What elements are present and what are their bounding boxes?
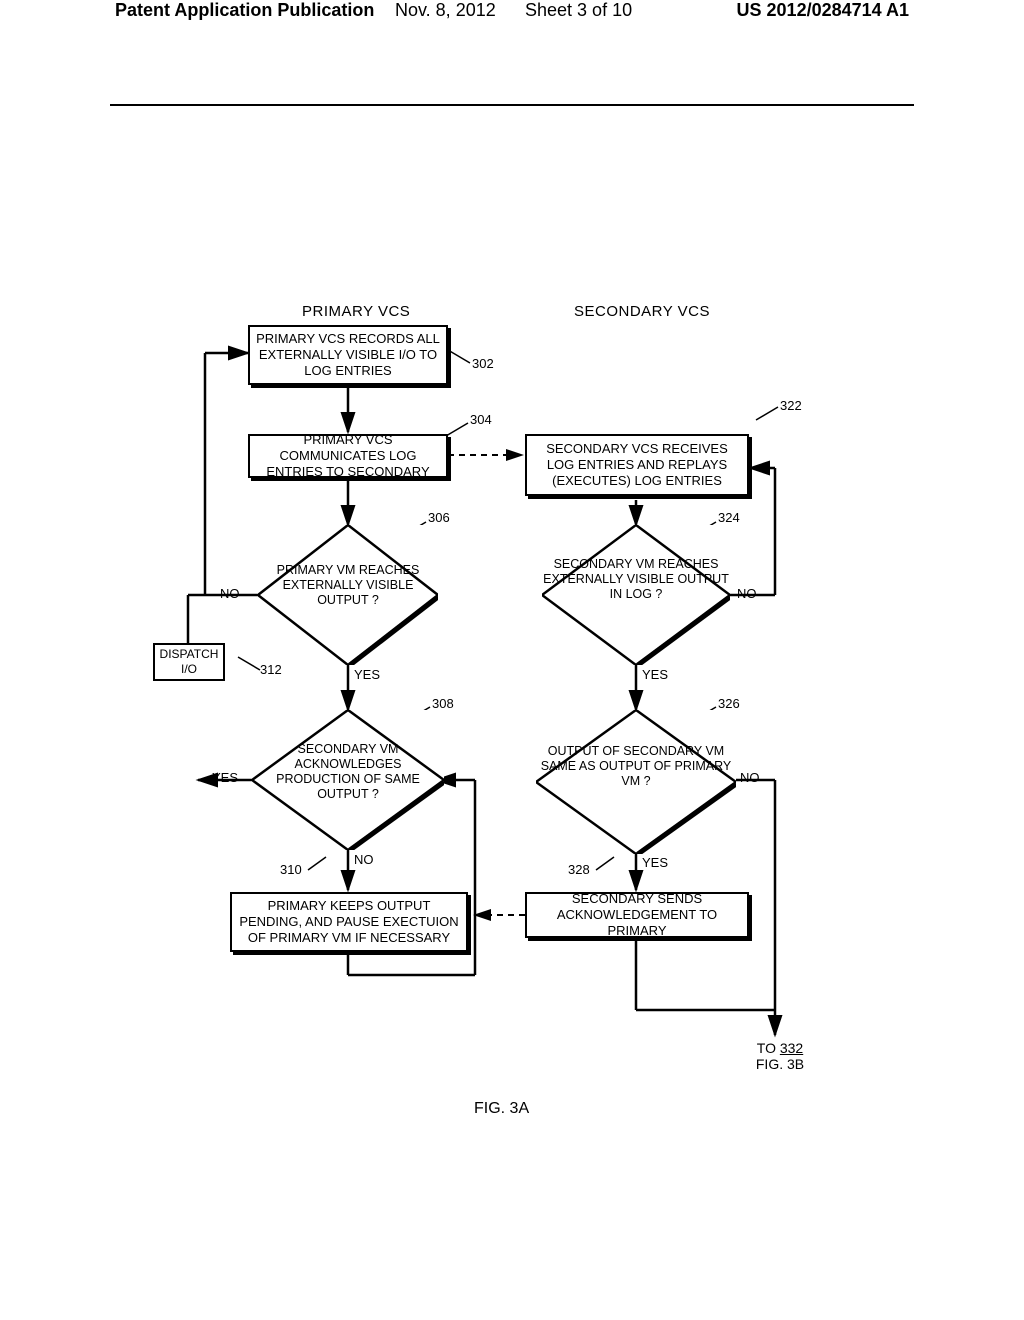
ref-326: 326 <box>718 696 740 711</box>
box-322: SECONDARY VCS RECEIVES LOG ENTRIES AND R… <box>525 434 749 496</box>
label-308-yes: YES <box>212 770 238 785</box>
diamond-324-text: SECONDARY VM REACHES EXTERNALLY VISIBLE … <box>542 557 730 602</box>
to-332-b: 332 <box>780 1040 803 1056</box>
header-left: Patent Application Publication <box>115 0 374 21</box>
box-302: PRIMARY VCS RECORDS ALL EXTERNALLY VISIB… <box>248 325 448 385</box>
ref-310: 310 <box>280 862 302 877</box>
label-308-no: NO <box>354 852 374 867</box>
box-304: PRIMARY VCS COMMUNICATES LOG ENTRIES TO … <box>248 434 448 478</box>
ref-322: 322 <box>780 398 802 413</box>
header-date: Nov. 8, 2012 <box>395 0 496 21</box>
diamond-308: SECONDARY VM ACKNOWLEDGES PRODUCTION OF … <box>252 710 444 850</box>
to-332-c: FIG. 3B <box>756 1056 804 1072</box>
header-pubno: US 2012/0284714 A1 <box>737 0 909 21</box>
page: Patent Application Publication Nov. 8, 2… <box>0 0 1024 1320</box>
diamond-306-text: PRIMARY VM REACHES EXTERNALLY VISIBLE OU… <box>258 563 438 608</box>
to-332: TO 332 FIG. 3B <box>740 1040 820 1072</box>
label-324-yes: YES <box>642 667 668 682</box>
diamond-308-text: SECONDARY VM ACKNOWLEDGES PRODUCTION OF … <box>252 742 444 802</box>
label-324-no: NO <box>737 586 757 601</box>
label-306-yes: YES <box>354 667 380 682</box>
ref-304: 304 <box>470 412 492 427</box>
diamond-306: PRIMARY VM REACHES EXTERNALLY VISIBLE OU… <box>258 525 438 665</box>
box-310: PRIMARY KEEPS OUTPUT PENDING, AND PAUSE … <box>230 892 468 952</box>
ref-306: 306 <box>428 510 450 525</box>
figure-label: FIG. 3A <box>474 1100 529 1118</box>
box-328: SECONDARY SENDS ACKNOWLEDGEMENT TO PRIMA… <box>525 892 749 938</box>
diamond-324: SECONDARY VM REACHES EXTERNALLY VISIBLE … <box>542 525 730 665</box>
col-primary-title: PRIMARY VCS <box>302 303 410 320</box>
label-326-no: NO <box>740 770 760 785</box>
col-secondary-title: SECONDARY VCS <box>574 303 710 320</box>
header-sheet: Sheet 3 of 10 <box>525 0 632 21</box>
label-306-no: NO <box>220 586 240 601</box>
ref-308: 308 <box>432 696 454 711</box>
header-rule <box>110 104 914 106</box>
ref-302: 302 <box>472 356 494 371</box>
diamond-326: OUTPUT OF SECONDARY VM SAME AS OUTPUT OF… <box>536 710 736 854</box>
label-326-yes: YES <box>642 855 668 870</box>
ref-312: 312 <box>260 662 282 677</box>
diamond-326-text: OUTPUT OF SECONDARY VM SAME AS OUTPUT OF… <box>536 744 736 789</box>
to-332-a: TO <box>757 1040 780 1056</box>
ref-328: 328 <box>568 862 590 877</box>
box-312: DISPATCH I/O <box>153 643 225 681</box>
ref-324: 324 <box>718 510 740 525</box>
